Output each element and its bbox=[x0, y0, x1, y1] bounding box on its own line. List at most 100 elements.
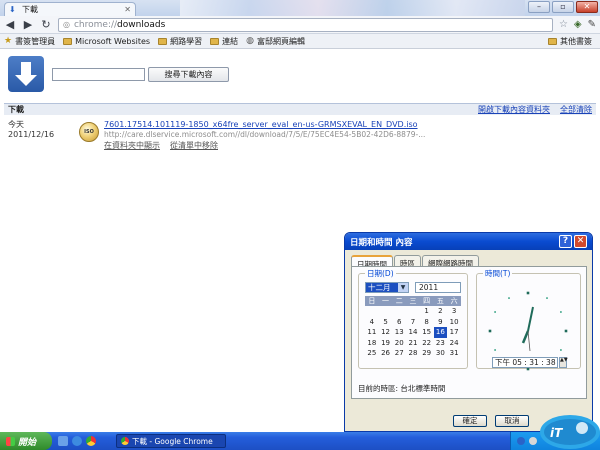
calendar-day[interactable]: 10 bbox=[447, 317, 461, 328]
calendar-day bbox=[365, 306, 379, 317]
close-tab-icon[interactable]: ✕ bbox=[124, 5, 131, 14]
open-downloads-folder-link[interactable]: 開啟下載內容資料夾 bbox=[478, 104, 550, 115]
download-date: 今天 2011/12/16 bbox=[8, 120, 55, 139]
calendar-day[interactable]: 13 bbox=[392, 327, 406, 338]
cancel-button[interactable]: 取消 bbox=[495, 415, 529, 427]
download-filename-link[interactable]: 7601.17514.101119-1850_x64fre_server_eva… bbox=[104, 120, 418, 129]
dialog-title-bar[interactable]: 日期和時間 內容 ? ✕ bbox=[345, 233, 592, 250]
download-item: 今天 2011/12/16 ISO 7601.17514.101119-1850… bbox=[8, 120, 593, 160]
calendar-day[interactable]: 21 bbox=[406, 338, 420, 349]
calendar-day[interactable]: 14 bbox=[406, 327, 420, 338]
clock-tick bbox=[494, 349, 496, 351]
clock-tick bbox=[526, 291, 530, 295]
taskbar-item-chrome[interactable]: 下載 - Google Chrome bbox=[116, 434, 226, 448]
clock-tick bbox=[560, 311, 562, 313]
bookmark-folder-learning[interactable]: 網路學習 bbox=[158, 36, 202, 47]
calendar-day[interactable]: 9 bbox=[434, 317, 448, 328]
calendar-day[interactable]: 22 bbox=[420, 338, 434, 349]
calendar-day[interactable]: 18 bbox=[365, 338, 379, 349]
time-spinner[interactable]: ▲▼ bbox=[559, 357, 568, 368]
help-button[interactable]: ? bbox=[559, 235, 572, 248]
calendar-day[interactable]: 1 bbox=[420, 306, 434, 317]
wrench-icon[interactable]: ✎ bbox=[588, 19, 596, 30]
ok-button[interactable]: 確定 bbox=[453, 415, 487, 427]
bookmark-folder-links[interactable]: 連結 bbox=[210, 36, 238, 47]
dialog-close-button[interactable]: ✕ bbox=[574, 235, 587, 248]
browser-toolbar: ◀ ▶ ↻ ◎ chrome://downloads ☆ ◈ ✎ bbox=[0, 16, 600, 34]
bookmark-editor[interactable]: ◍ 富邸網頁編輯 bbox=[246, 36, 305, 47]
remove-from-list-link[interactable]: 從清單中移除 bbox=[170, 140, 218, 151]
bookmark-star-icon[interactable]: ☆ bbox=[559, 19, 568, 30]
clock-minute-hand bbox=[527, 306, 534, 332]
folder-icon bbox=[548, 37, 557, 45]
calendar-day[interactable]: 16 bbox=[433, 327, 448, 338]
calendar-day[interactable]: 29 bbox=[420, 348, 434, 359]
forward-button[interactable]: ▶ bbox=[22, 18, 34, 32]
calendar-day[interactable]: 12 bbox=[379, 327, 393, 338]
calendar-day[interactable]: 11 bbox=[365, 327, 379, 338]
date-group: 日期(D) 十二月 ▼ 2011 日一二三四五六 1 2 3 4 5 6 7 8 9 10 11 12… bbox=[358, 268, 468, 369]
calendar-day[interactable]: 4 bbox=[365, 317, 379, 328]
minimize-button[interactable]: – bbox=[528, 1, 550, 13]
calendar-day[interactable]: 8 bbox=[420, 317, 434, 328]
calendar-weekday: 二 bbox=[392, 296, 407, 306]
year-spinner[interactable]: 2011 bbox=[415, 282, 461, 293]
calendar-day[interactable]: 28 bbox=[406, 348, 420, 359]
calendar-weekday: 三 bbox=[406, 296, 420, 306]
show-in-folder-link[interactable]: 在資料夾中顯示 bbox=[104, 140, 160, 151]
calendar-day[interactable]: 7 bbox=[406, 317, 420, 328]
calendar-day[interactable]: 23 bbox=[434, 338, 448, 349]
calendar-day[interactable]: 26 bbox=[379, 348, 393, 359]
maximize-button[interactable]: ▫ bbox=[552, 1, 574, 13]
quick-launch bbox=[58, 436, 96, 446]
iso-file-icon: ISO bbox=[79, 122, 99, 142]
reload-button[interactable]: ↻ bbox=[40, 18, 52, 32]
calendar-day[interactable]: 15 bbox=[420, 327, 434, 338]
star-icon: ★ bbox=[4, 36, 13, 46]
calendar-grid: 日一二三四五六 1 2 3 4 5 6 7 8 9 10 11 12 13 14 15 16 17 18 19 20 2… bbox=[365, 296, 461, 359]
time-field[interactable]: 下午 05 : 31 : 38 bbox=[492, 357, 558, 368]
dialog-title: 日期和時間 內容 bbox=[350, 237, 413, 248]
calendar-day bbox=[392, 306, 406, 317]
calendar-weekday: 日 bbox=[365, 296, 379, 306]
calendar-day[interactable]: 5 bbox=[379, 317, 393, 328]
calendar-day[interactable]: 20 bbox=[392, 338, 406, 349]
search-downloads-button[interactable]: 搜尋下載內容 bbox=[148, 67, 229, 82]
start-button[interactable]: 開始 bbox=[0, 432, 52, 450]
calendar-day[interactable]: 6 bbox=[392, 317, 406, 328]
calendar-day[interactable]: 27 bbox=[392, 348, 406, 359]
back-button[interactable]: ◀ bbox=[4, 18, 16, 32]
other-bookmarks[interactable]: 其他書簽 bbox=[548, 36, 592, 47]
address-bar[interactable]: ◎ chrome://downloads bbox=[58, 17, 553, 32]
help-tray-icon[interactable] bbox=[517, 437, 525, 445]
calendar-day[interactable]: 30 bbox=[434, 348, 448, 359]
close-window-button[interactable]: ✕ bbox=[576, 1, 598, 13]
tab-downloads[interactable]: ⬇ 下載 ✕ bbox=[4, 2, 136, 16]
dialog-panel: 日期(D) 十二月 ▼ 2011 日一二三四五六 1 2 3 4 5 6 7 8 9 10 11 12… bbox=[351, 266, 587, 399]
bookmark-manager[interactable]: ★ 書簽管理員 bbox=[4, 36, 55, 47]
download-source-url: http://care.dlservice.microsoft.com//dl/… bbox=[104, 130, 426, 139]
calendar-day[interactable]: 17 bbox=[447, 327, 461, 338]
month-select[interactable]: 十二月 ▼ bbox=[365, 282, 409, 293]
clock-tick bbox=[488, 329, 492, 333]
folder-icon bbox=[63, 37, 73, 45]
calendar-day[interactable]: 25 bbox=[365, 348, 379, 359]
bookmark-folder-microsoft[interactable]: Microsoft Websites bbox=[63, 37, 150, 46]
extension-icon[interactable]: ◈ bbox=[574, 19, 582, 30]
clock-tick bbox=[564, 329, 568, 333]
show-desktop-icon[interactable] bbox=[58, 436, 68, 446]
theme-decoration bbox=[180, 0, 525, 16]
calendar-day[interactable]: 3 bbox=[447, 306, 461, 317]
clear-all-link[interactable]: 全部清除 bbox=[560, 104, 592, 115]
tab-strip: ⬇ 下載 ✕ – ▫ ✕ bbox=[0, 0, 600, 16]
globe-icon: ◍ bbox=[246, 36, 254, 46]
calendar-day[interactable]: 24 bbox=[447, 338, 461, 349]
downloads-logo-icon bbox=[8, 56, 44, 92]
time-group-label: 時間(T) bbox=[483, 268, 513, 279]
calendar-day[interactable]: 19 bbox=[379, 338, 393, 349]
chrome-icon[interactable] bbox=[86, 436, 96, 446]
calendar-day[interactable]: 31 bbox=[447, 348, 461, 359]
calendar-day[interactable]: 2 bbox=[434, 306, 448, 317]
search-downloads-input[interactable] bbox=[52, 68, 145, 81]
ie-icon[interactable] bbox=[72, 436, 82, 446]
